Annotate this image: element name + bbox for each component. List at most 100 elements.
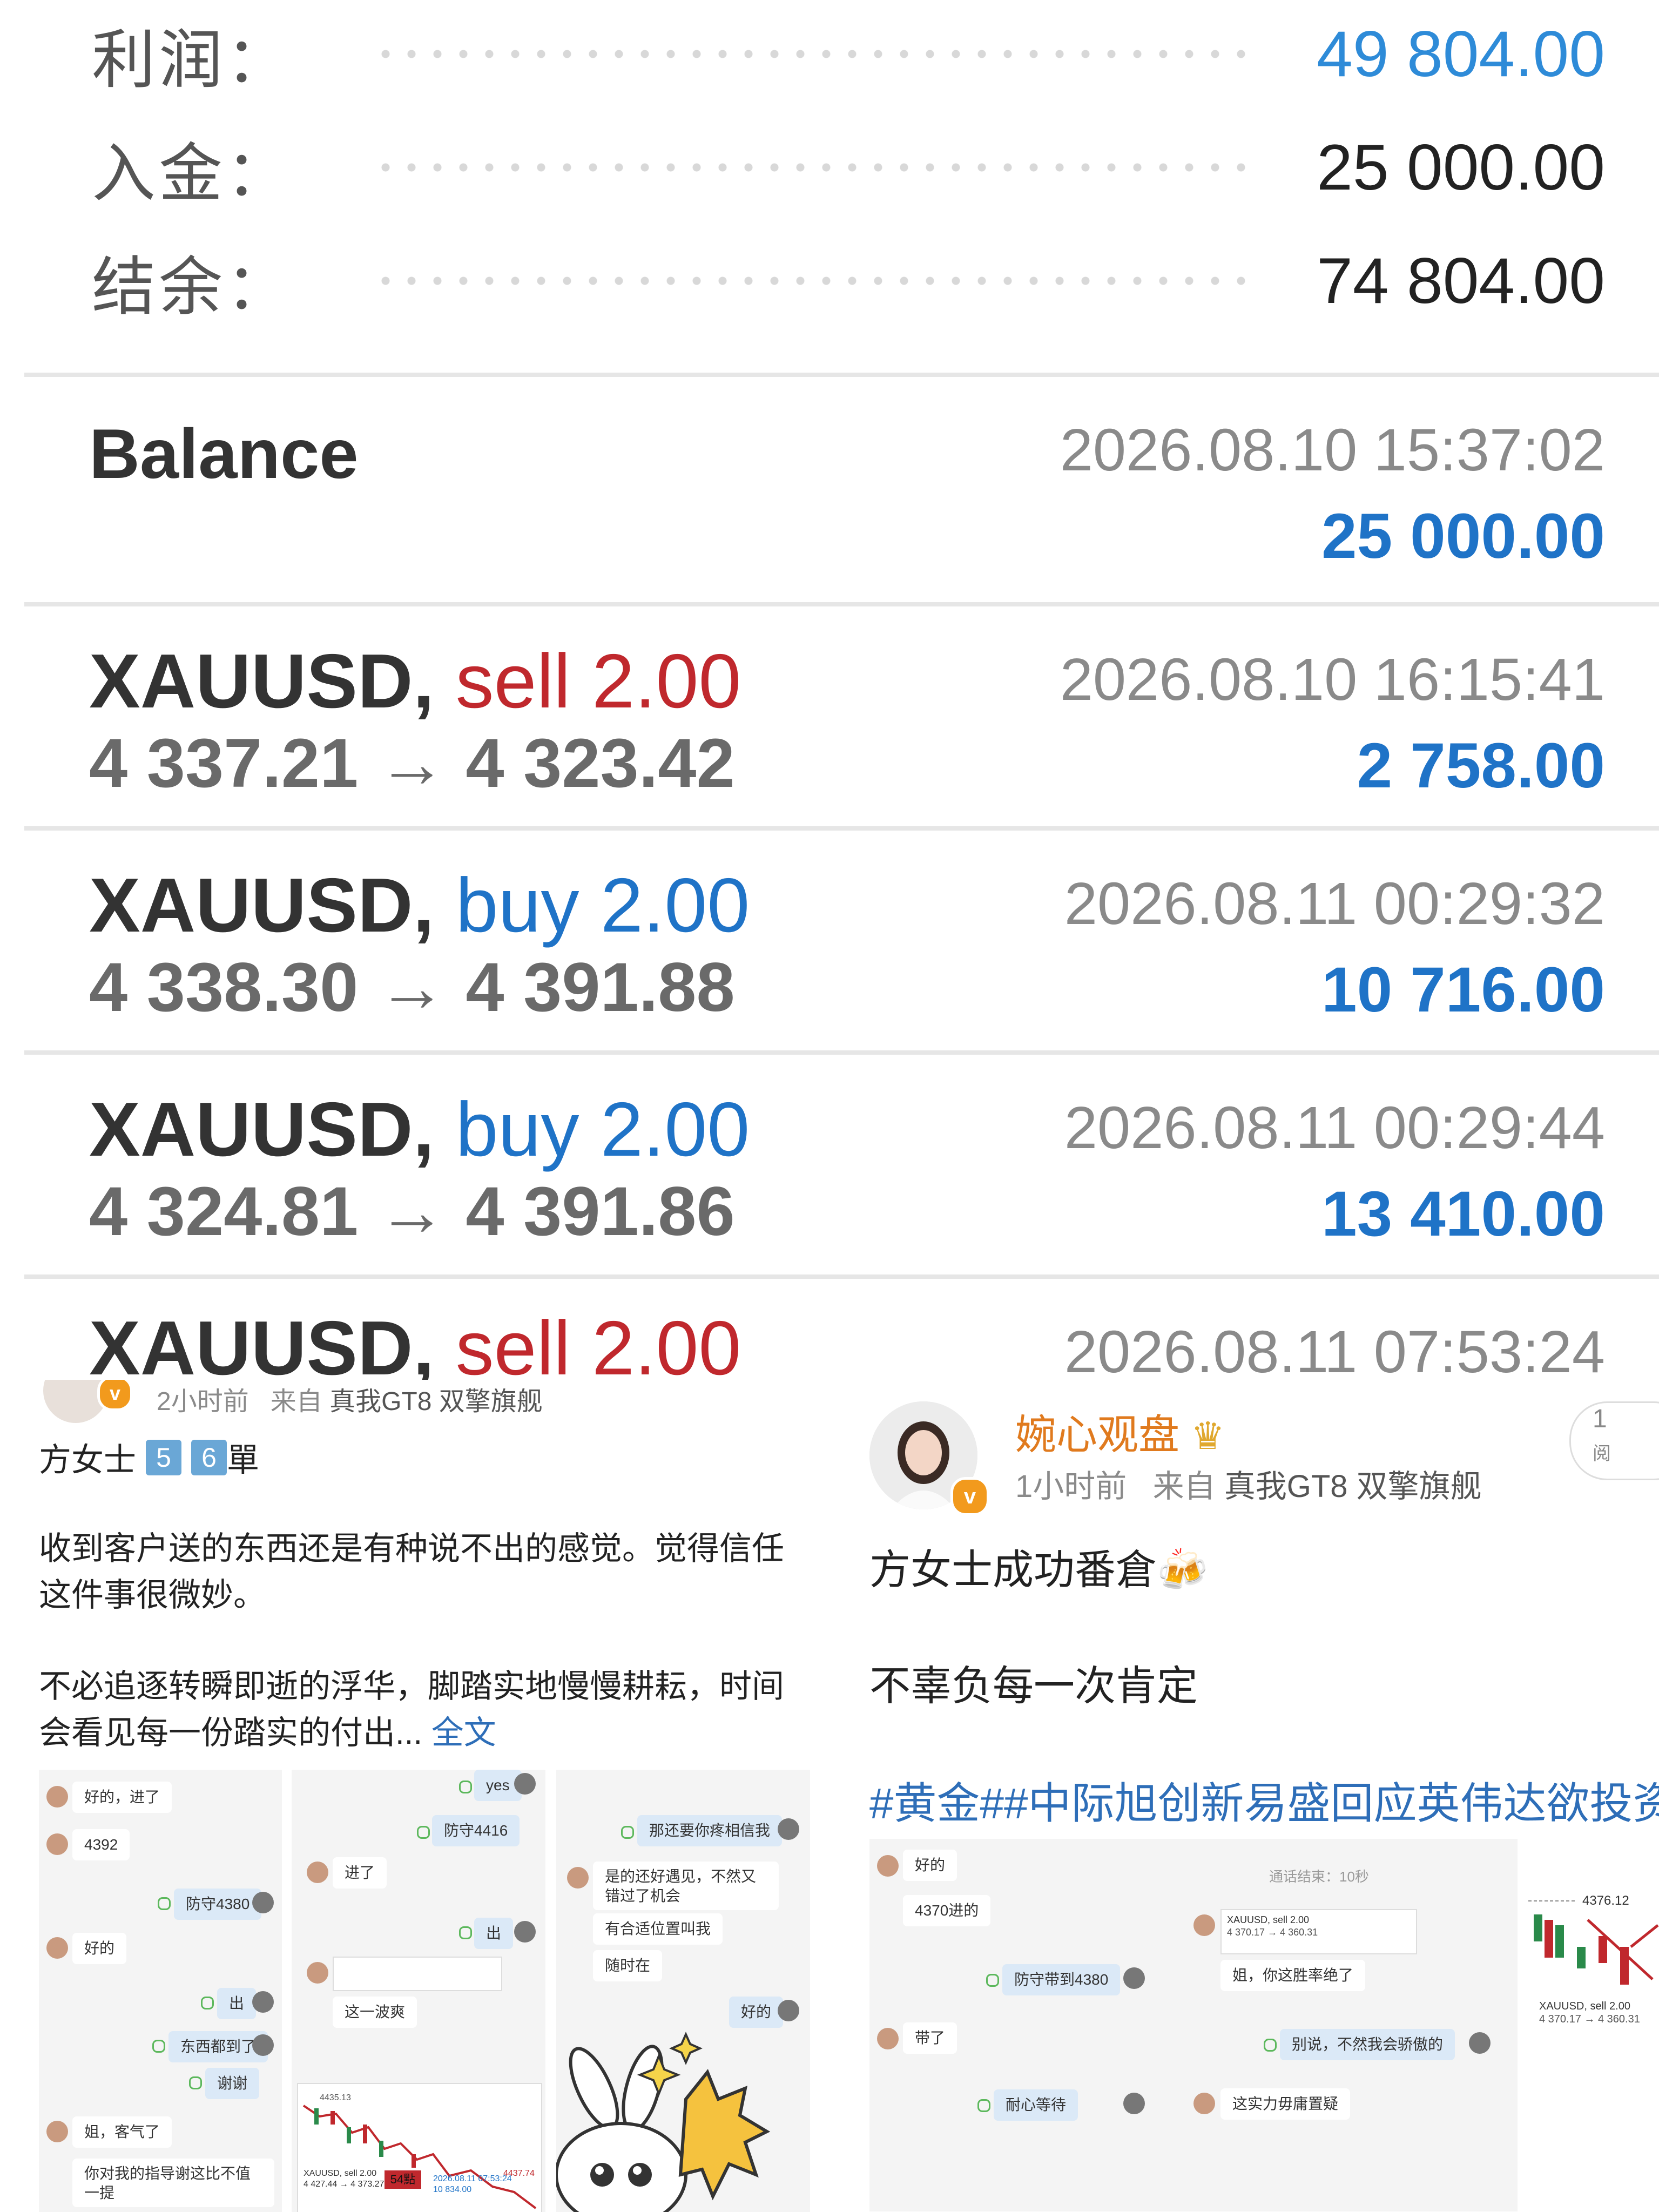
avatar <box>1123 1967 1145 1989</box>
deal-row[interactable]: XAUUSD, sell 2.00 4 337.21 → 4 323.42 20… <box>0 608 1659 824</box>
chat-bubble: 耐心等待 <box>994 2089 1078 2121</box>
deal-prices: 4 338.30 → 4 391.88 <box>89 949 735 1026</box>
chat-bubble: 进了 <box>333 1857 387 1889</box>
chat-bubble: 有合适位置叫我 <box>593 1913 723 1945</box>
avatar <box>1469 2032 1491 2054</box>
chat-screenshot[interactable]: 好的，进了 4392 防守4380 好的 出 东西都到了 谢谢 姐，客气了 你对… <box>39 1770 282 2212</box>
read-check-icon <box>977 2099 990 2112</box>
balance-entry[interactable]: Balance 2026.08.10 15:37:02 25 000.00 <box>0 378 1659 599</box>
read-more-link[interactable]: 全文 <box>431 1715 496 1751</box>
follow-button[interactable]: 1 阅 <box>1569 1401 1659 1480</box>
deal-row[interactable]: XAUUSD, buy 2.00 4 324.81 → 4 391.86 202… <box>0 1056 1659 1272</box>
avatar <box>252 1991 274 2013</box>
post-paragraph: 收到客户送的东西还是有种说不出的感觉。觉得信任这件事很微妙。 <box>39 1530 784 1613</box>
deal-thumb-prices: 4 370.17 → 4 360.31 <box>1227 1927 1318 1938</box>
balance-entry-time: 2026.08.10 15:37:02 <box>1060 417 1605 483</box>
profit-value: 49 804.00 <box>1317 18 1605 90</box>
price-chart-thumbnail: 4376.12 XAUUSD, sell 2.00 4 370.17 → 4 3… <box>1528 1839 1659 2066</box>
price-chart-thumbnail: 54點 4435.13 XAUUSD, sell 2.00 4 427.44 →… <box>297 2083 542 2212</box>
avatar <box>567 1867 589 1889</box>
avatar <box>46 1937 68 1959</box>
divider <box>24 1050 1659 1055</box>
chat-bubble: 姐，你这胜率绝了 <box>1220 1960 1366 1991</box>
divider <box>24 1274 1659 1279</box>
chat-bubble: 出 <box>474 1918 514 1949</box>
hashtag-link[interactable]: #黄金##中际旭创新易盛回应英伟达欲投资 <box>869 1769 1659 1831</box>
balance-value: 74 804.00 <box>1317 245 1605 317</box>
deal-time: 2026.08.11 07:53:24 <box>1064 1319 1605 1380</box>
chart-graphic: 54點 4435.13 XAUUSD, sell 2.00 4 427.44 →… <box>302 2093 537 2209</box>
post-from-label: 来自 <box>1152 1469 1216 1504</box>
chat-screenshot[interactable]: 好的 4370进的 防守带到4380 带了 耐心等待 通话结束：10秒 XAUU… <box>869 1839 1518 2211</box>
chat-bubble: 4370进的 <box>903 1895 991 1926</box>
dot-leader <box>373 163 1259 172</box>
post-meta: 2小时前 来自 真我GT8 双擎旗舰 <box>157 1380 543 1418</box>
avatar <box>1123 2093 1145 2114</box>
deal-side: sell 2.00 <box>455 638 741 724</box>
deal-thumb-label: XAUUSD, sell 2.00 <box>1227 1914 1310 1925</box>
deal-profit: 2 758.00 <box>1357 730 1605 801</box>
post-device: 真我GT8 双擎旗舰 <box>1224 1469 1482 1504</box>
read-check-icon <box>621 1826 634 1839</box>
avatar <box>1193 1914 1215 1936</box>
avatar <box>778 1818 799 1840</box>
verified-badge-icon: v <box>97 1380 133 1411</box>
deal-row[interactable]: XAUUSD, buy 2.00 4 338.30 → 4 391.88 202… <box>0 832 1659 1048</box>
balance-entry-title: Balance <box>89 414 359 493</box>
deal-symbol: XAUUSD <box>89 638 413 724</box>
avatar <box>877 2028 899 2049</box>
read-check-icon <box>459 1781 472 1793</box>
avatar <box>252 1892 274 1913</box>
post-meta: 1小时前 来自 真我GT8 双擎旗舰 <box>1015 1461 1482 1506</box>
rabbit-sticker-icon <box>556 2032 771 2212</box>
call-end-notice: 通话结束：10秒 <box>1269 1869 1369 1885</box>
deal-row[interactable]: XAUUSD, sell 2.00 2026.08.11 07:53:24 <box>0 1280 1659 1380</box>
chart-prices: 4 370.17 → 4 360.31 <box>1539 2013 1640 2025</box>
read-check-icon <box>152 2040 165 2053</box>
deal-thumbnail <box>333 1957 502 1991</box>
deal-prices: 4 324.81 → 4 391.86 <box>89 1173 735 1250</box>
read-check-icon <box>986 1974 999 1987</box>
divider <box>24 373 1659 377</box>
chat-bubble: 你对我的指导谢这比不值一提 <box>72 2159 274 2207</box>
post-title-suffix: 單 <box>227 1442 259 1478</box>
deal-side: sell 2.00 <box>455 1305 741 1380</box>
avatar <box>514 1921 536 1943</box>
chart-label: XAUUSD, sell 2.00 <box>1539 2000 1630 2012</box>
chat-bubble: 4392 <box>72 1829 130 1860</box>
post-right: v 婉心观盘 ♛ 1小时前 来自 真我GT8 双擎旗舰 1 阅 方女士成功番倉🍻… <box>842 1380 1659 2212</box>
post-time: 2小时前 <box>157 1387 249 1416</box>
dot-leader <box>373 276 1259 286</box>
chat-bubble: 这一波爽 <box>333 1997 417 2028</box>
post-paragraph-text: 不必追逐转瞬即逝的浮华，脚踏实地慢慢耕耘，时间会看见每一份踏实的付出... <box>39 1668 784 1751</box>
post-time: 1小时前 <box>1015 1469 1127 1504</box>
chart-price-tag: 4376.12 <box>1582 1893 1629 1908</box>
deal-symbol-line: XAUUSD, sell 2.00 <box>89 1304 741 1380</box>
read-check-icon <box>417 1826 430 1839</box>
post-line: 不辜负每一次肯定 <box>869 1663 1198 1709</box>
chat-screenshot[interactable]: yes 防守4416 进了 出 这一波爽 54點 4435.13 XAUUSD,… <box>292 1770 545 2212</box>
author-name[interactable]: 婉心观盘 ♛ <box>1015 1401 1225 1461</box>
deal-symbol: XAUUSD <box>89 862 413 948</box>
deal-time: 2026.08.10 16:15:41 <box>1060 646 1605 713</box>
read-check-icon <box>459 1926 472 1939</box>
chart-high: 4435.13 <box>320 2093 351 2102</box>
chart-label: XAUUSD, sell 2.00 <box>304 2169 376 2178</box>
balance-row: 结余： 74 804.00 <box>92 230 1605 332</box>
avatar <box>307 1962 328 1984</box>
post-left: v 2小时前 来自 真我GT8 双擎旗舰 方女士 5 6 單 收到客户送的东西还… <box>0 1380 815 2212</box>
verified-badge-icon: v <box>950 1477 989 1516</box>
chat-bubble: 那还要你疼相信我 <box>637 1815 783 1846</box>
chat-bubble: 防守4416 <box>432 1815 520 1846</box>
divider <box>24 602 1659 606</box>
chat-bubble: 防守带到4380 <box>1002 1964 1121 1995</box>
avatar <box>252 2034 274 2056</box>
deposit-label: 入金： <box>92 138 293 210</box>
post-from-label: 来自 <box>270 1387 322 1416</box>
author-name-text: 婉心观盘 <box>1015 1412 1179 1458</box>
deposit-row: 入金： 25 000.00 <box>92 116 1605 219</box>
profit-label: 利润： <box>92 24 293 96</box>
chat-screenshot[interactable]: 那还要你疼相信我 是的还好遇见，不然又错过了机会 有合适位置叫我 随时在 好的 <box>556 1770 810 2212</box>
chat-bubble: 随时在 <box>593 1950 663 1981</box>
avatar <box>1193 2093 1215 2114</box>
